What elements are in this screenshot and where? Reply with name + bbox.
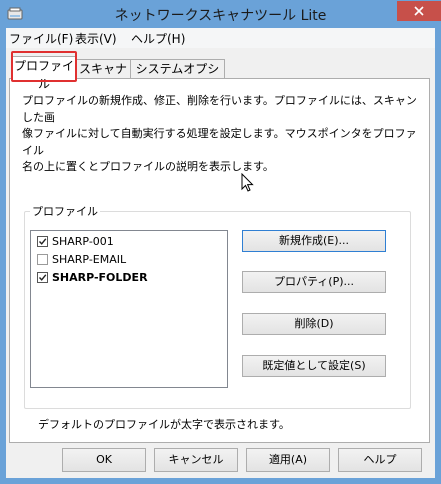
profile-list[interactable]: SHARP-001 SHARP-EMAIL SHARP-FOLDER <box>30 230 228 388</box>
checkmark-icon <box>38 274 47 281</box>
new-profile-button[interactable]: 新規作成(E)... <box>242 230 386 252</box>
profile-name: SHARP-EMAIL <box>52 253 127 266</box>
properties-button[interactable]: プロパティ(P)... <box>242 271 386 293</box>
client-area: ファイル(F) 表示(V) ヘルプ(H) プロファイル スキャナ システムオプシ… <box>6 28 435 478</box>
checkbox-unchecked[interactable] <box>37 254 48 265</box>
profile-description: プロファイルの新規作成、修正、削除を行います。プロファイルには、スキャンした画 … <box>22 94 417 173</box>
tab-system-options[interactable]: システムオプション <box>130 59 225 94</box>
window-title: ネットワークスキャナツール Lite <box>114 8 327 24</box>
list-item[interactable]: SHARP-001 <box>37 234 114 250</box>
apply-button[interactable]: 適用(A) <box>246 448 330 472</box>
close-icon <box>414 6 424 16</box>
checkbox-checked[interactable] <box>37 272 48 283</box>
list-item[interactable]: SHARP-EMAIL <box>37 252 126 268</box>
title-bar[interactable]: ネットワークスキャナツール Lite <box>0 0 441 28</box>
checkbox-checked[interactable] <box>37 236 48 247</box>
profile-tab-panel: プロファイルの新規作成、修正、削除を行います。プロファイルには、スキャンした画 … <box>9 78 430 443</box>
app-window: ネットワークスキャナツール Lite ファイル(F) 表示(V) ヘルプ(H) … <box>0 0 441 484</box>
menu-help[interactable]: ヘルプ(H) <box>130 30 186 47</box>
set-default-button[interactable]: 既定値として設定(S) <box>242 355 386 377</box>
default-note: デフォルトのプロファイルが太字で表示されます。 <box>38 418 290 431</box>
profile-name-default: SHARP-FOLDER <box>52 271 148 284</box>
tab-scanner[interactable]: スキャナ <box>75 59 131 78</box>
close-button[interactable] <box>397 1 441 21</box>
ok-button[interactable]: OK <box>62 448 146 472</box>
menu-bar: ファイル(F) 表示(V) ヘルプ(H) <box>6 28 435 48</box>
checkmark-icon <box>38 238 47 245</box>
mouse-pointer-icon <box>241 173 254 192</box>
tab-profile[interactable]: プロファイル <box>12 56 76 91</box>
menu-view[interactable]: 表示(V) <box>74 30 118 47</box>
profile-group-label: プロファイル <box>30 203 100 219</box>
list-item[interactable]: SHARP-FOLDER <box>37 270 148 286</box>
profile-name: SHARP-001 <box>52 235 114 248</box>
cancel-button[interactable]: キャンセル <box>154 448 238 472</box>
delete-button[interactable]: 削除(D) <box>242 313 386 335</box>
menu-file[interactable]: ファイル(F) <box>8 30 74 47</box>
help-button[interactable]: ヘルプ <box>338 448 422 472</box>
